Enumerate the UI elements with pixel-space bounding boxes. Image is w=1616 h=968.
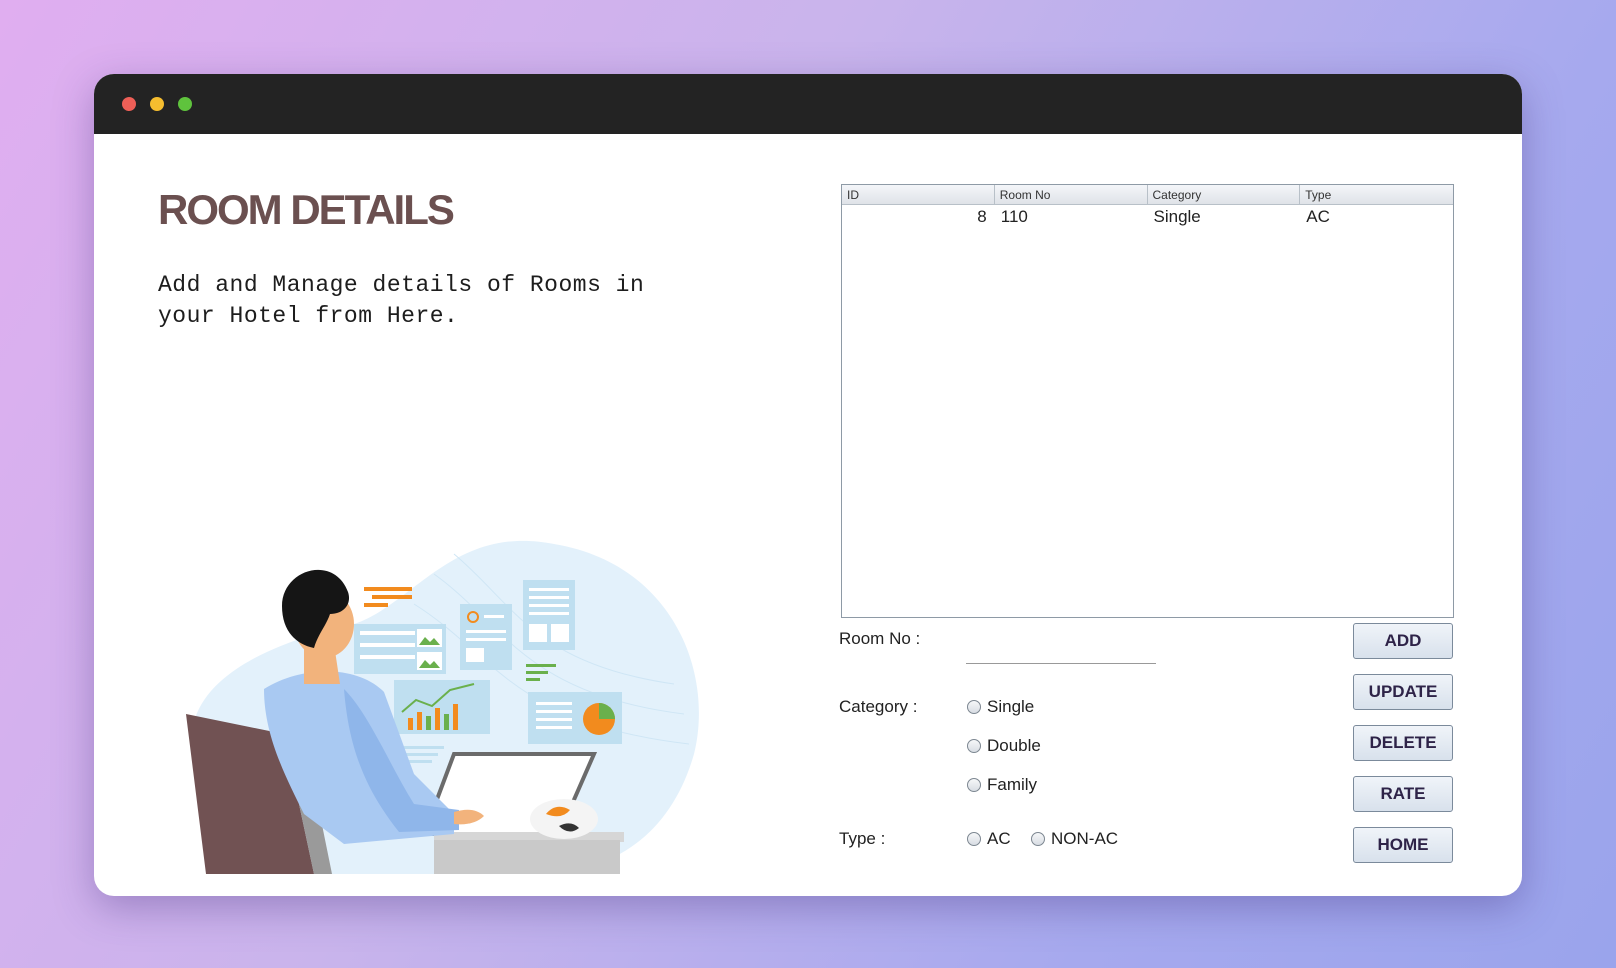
rooms-table[interactable]: ID Room No Category Type 8 110 Single AC <box>841 184 1454 618</box>
category-radio-single[interactable]: Single <box>967 697 1034 717</box>
page-subtitle: Add and Manage details of Rooms in your … <box>158 272 645 329</box>
app-window: ROOM DETAILS Add and Manage details of R… <box>94 74 1522 896</box>
radio-label: NON-AC <box>1051 829 1119 848</box>
radio-label: AC <box>987 829 1011 848</box>
cell-category[interactable]: Single <box>1148 205 1301 227</box>
maximize-window-button[interactable] <box>178 97 192 111</box>
type-label: Type : <box>839 829 886 848</box>
cell-type[interactable]: AC <box>1300 205 1453 227</box>
cell-id[interactable]: 8 <box>842 205 995 227</box>
table-header: ID Room No Category Type <box>842 185 1453 205</box>
type-radio-non-ac[interactable]: NON-AC <box>1031 829 1118 849</box>
window-titlebar <box>94 74 1522 134</box>
add-button[interactable]: ADD <box>1353 623 1453 659</box>
column-header-id[interactable]: ID <box>842 185 995 204</box>
column-header-type[interactable]: Type <box>1300 185 1453 204</box>
radio-circle-icon <box>967 832 981 846</box>
rate-button[interactable]: RATE <box>1353 776 1453 812</box>
radio-label: Family <box>987 775 1038 794</box>
room-no-input[interactable] <box>966 634 1156 664</box>
type-radio-ac[interactable]: AC <box>967 829 1011 849</box>
radio-label: Single <box>987 697 1035 716</box>
radio-circle-icon <box>1031 832 1045 846</box>
column-header-room-no[interactable]: Room No <box>995 185 1148 204</box>
update-button[interactable]: UPDATE <box>1353 674 1453 710</box>
cell-room-no[interactable]: 110 <box>995 205 1148 227</box>
category-radio-double[interactable]: Double <box>967 736 1041 756</box>
room-no-label: Room No : <box>839 629 921 648</box>
radio-label: Double <box>987 736 1041 755</box>
radio-circle-icon <box>967 778 981 792</box>
close-window-button[interactable] <box>122 97 136 111</box>
category-label: Category : <box>839 697 918 716</box>
delete-button[interactable]: DELETE <box>1353 725 1453 761</box>
minimize-window-button[interactable] <box>150 97 164 111</box>
column-header-category[interactable]: Category <box>1148 185 1301 204</box>
table-row[interactable]: 8 110 Single AC <box>842 205 1453 227</box>
category-radio-family[interactable]: Family <box>967 775 1037 795</box>
page-title: ROOM DETAILS <box>158 186 455 233</box>
home-button[interactable]: HOME <box>1353 827 1453 863</box>
person-at-desk-illustration <box>186 540 699 874</box>
radio-circle-icon <box>967 739 981 753</box>
radio-circle-icon <box>967 700 981 714</box>
